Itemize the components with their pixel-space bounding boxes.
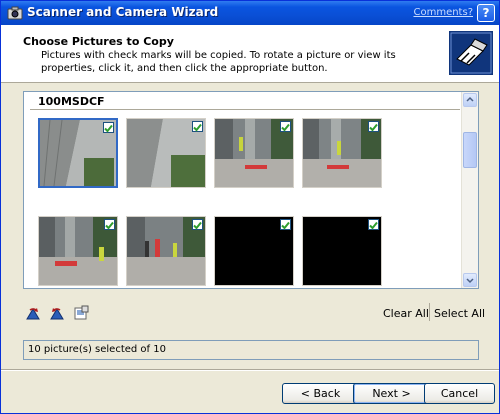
- checkbox-1[interactable]: [103, 122, 114, 133]
- wizard-window: Scanner and Camera Wizard Comments? ? Ch…: [0, 0, 500, 414]
- checkbox-8[interactable]: [368, 219, 379, 230]
- scroll-up-button[interactable]: [463, 93, 477, 107]
- title-bar[interactable]: Scanner and Camera Wizard Comments? ?: [1, 1, 499, 25]
- folder-divider: [30, 109, 460, 110]
- checkmark-icon: [105, 221, 114, 230]
- thumbnail-7[interactable]: [214, 216, 294, 286]
- rotate-clockwise-icon[interactable]: [25, 305, 41, 321]
- checkbox-4[interactable]: [368, 121, 379, 132]
- thumbnail-2[interactable]: [126, 118, 206, 188]
- footer-divider-highlight: [1, 370, 499, 371]
- window-title: Scanner and Camera Wizard: [27, 5, 219, 19]
- thumbnail-5[interactable]: [38, 216, 118, 286]
- checkmark-icon: [281, 123, 290, 132]
- thumbnail-8[interactable]: [302, 216, 382, 286]
- folder-name: 100MSDCF: [38, 95, 105, 108]
- checkmark-icon: [281, 221, 290, 230]
- page-title: Choose Pictures to Copy: [23, 35, 174, 48]
- vertical-scrollbar[interactable]: [461, 92, 478, 288]
- select-all-button[interactable]: Select All: [434, 307, 485, 320]
- toolbar-separator: [429, 303, 430, 321]
- next-button[interactable]: Next >: [353, 383, 430, 404]
- checkmark-icon: [104, 124, 113, 133]
- properties-icon[interactable]: [73, 305, 89, 321]
- back-button[interactable]: < Back: [282, 383, 359, 404]
- comments-link[interactable]: Comments?: [413, 7, 473, 18]
- checkbox-7[interactable]: [280, 219, 291, 230]
- page-description: Pictures with check marks will be copied…: [41, 50, 396, 74]
- chevron-up-icon: [466, 96, 474, 102]
- thumbnail-6[interactable]: [126, 216, 206, 286]
- wizard-logo-icon: [449, 31, 493, 75]
- checkmark-icon: [193, 221, 202, 230]
- picture-gallery[interactable]: 100MSDCF: [23, 91, 479, 289]
- checkmark-icon: [369, 123, 378, 132]
- help-button[interactable]: ?: [477, 4, 495, 22]
- checkbox-5[interactable]: [104, 219, 115, 230]
- chevron-down-icon: [466, 278, 474, 284]
- checkmark-icon: [369, 221, 378, 230]
- checkbox-2[interactable]: [192, 121, 203, 132]
- checkbox-3[interactable]: [280, 121, 291, 132]
- thumbnail-3[interactable]: [214, 118, 294, 188]
- cancel-button[interactable]: Cancel: [424, 383, 495, 404]
- clear-all-button[interactable]: Clear All: [383, 307, 429, 320]
- wizard-header: Choose Pictures to Copy Pictures with ch…: [1, 25, 499, 83]
- checkmark-icon: [193, 123, 202, 132]
- selection-status: 10 picture(s) selected of 10: [23, 340, 479, 360]
- camera-icon: [7, 6, 23, 20]
- thumbnail-4[interactable]: [302, 118, 382, 188]
- checkbox-6[interactable]: [192, 219, 203, 230]
- scroll-down-button[interactable]: [463, 273, 477, 287]
- thumbnail-1[interactable]: [38, 118, 118, 188]
- scroll-thumb[interactable]: [463, 132, 477, 168]
- rotate-counterclockwise-icon[interactable]: [49, 305, 65, 321]
